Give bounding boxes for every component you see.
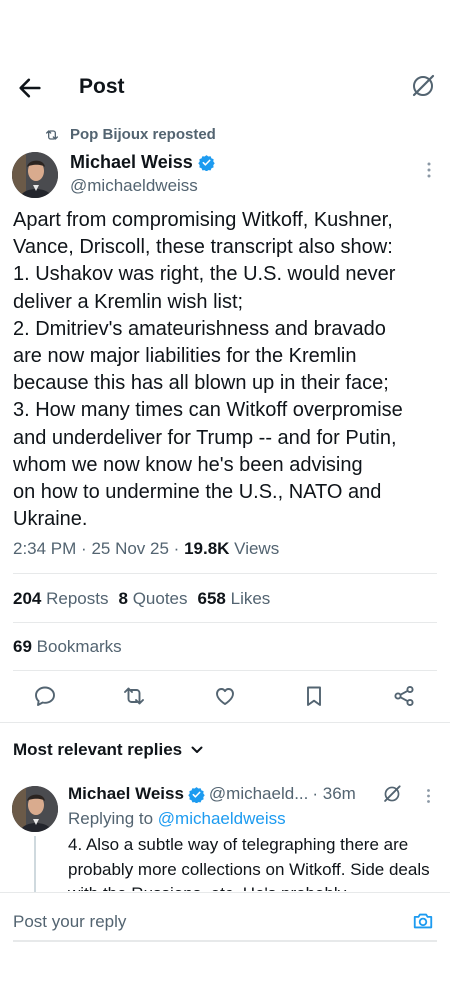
post-text-line: Vance, Driscoll, these transcript also s…: [13, 236, 393, 259]
replies-sort-dropdown[interactable]: Most relevant replies: [13, 740, 204, 760]
reply-author-handle: @michaeld...: [208, 784, 309, 803]
post-text-line: whom we now know he's been advising: [13, 453, 363, 476]
post-text-line: Ukraine.: [13, 508, 88, 531]
post-text-line: and underdeliver for Trump -- and for Pu…: [13, 426, 397, 449]
post-text-line: Apart from compromising Witkoff, Kushner…: [13, 209, 393, 231]
post-time: 2:34 PM: [13, 539, 77, 558]
post-text-line: 1. Ushakov was right, the U.S. would nev…: [13, 263, 396, 286]
share-icon[interactable]: [392, 684, 416, 708]
divider: [13, 670, 437, 671]
reply-header[interactable]: Michael Weiss @michaeld... · 36m: [68, 784, 356, 804]
composer-underline: [13, 940, 437, 942]
grok-icon[interactable]: [410, 73, 436, 99]
bookmark-icon[interactable]: [302, 684, 326, 708]
reply-text[interactable]: 4. Also a subtle way of telegraphing the…: [68, 833, 438, 891]
post-text-line: because this has all blown up in their f…: [13, 372, 389, 395]
repost-icon[interactable]: [122, 684, 146, 708]
divider: [13, 573, 437, 574]
post-author[interactable]: Michael Weiss @michaeldweiss: [70, 152, 215, 196]
like-icon[interactable]: [213, 684, 237, 708]
reply-avatar[interactable]: [12, 786, 58, 832]
reply-composer: Post your reply: [0, 892, 450, 1000]
replying-to-label: Replying to: [68, 809, 154, 828]
post-text-line: 3. How many times can Witkoff overpromis…: [13, 399, 403, 422]
repost-label: Pop Bijoux reposted: [70, 126, 216, 143]
post-text-line: 2. Dmitriev's amateurishness and bravado: [13, 317, 386, 340]
post-text-line: are now major liabilities for the Kremli…: [13, 345, 357, 368]
replying-to: Replying to @michaeldweiss: [68, 809, 286, 829]
repost-context[interactable]: Pop Bijoux reposted: [44, 126, 216, 143]
thread-line: [34, 836, 36, 896]
bookmarks-stat[interactable]: 69 Bookmarks: [13, 637, 122, 657]
post-text: Apart from compromising Witkoff, Kushner…: [13, 207, 441, 533]
verified-badge-icon: [198, 155, 215, 171]
grok-icon[interactable]: [382, 784, 402, 804]
page-title: Post: [79, 75, 125, 98]
chevron-down-icon: [191, 746, 203, 753]
action-bar: [0, 684, 450, 710]
more-options-icon[interactable]: [426, 160, 432, 180]
top-app-bar: Post: [0, 60, 450, 114]
engagement-stats: 204 Reposts 8 Quotes 658 Likes: [13, 589, 270, 609]
post-text-line: on how to undermine the U.S., NATO and: [13, 481, 382, 504]
author-name: Michael Weiss: [70, 152, 193, 172]
arrow-left-icon[interactable]: [16, 74, 44, 102]
reply-icon[interactable]: [33, 684, 57, 708]
verified-badge-icon: [188, 786, 205, 803]
section-divider: [0, 722, 450, 723]
divider: [13, 622, 437, 623]
more-options-icon[interactable]: [426, 788, 431, 804]
post-date: 25 Nov 25: [91, 539, 169, 558]
camera-icon[interactable]: [412, 910, 434, 932]
avatar[interactable]: [12, 152, 58, 198]
views-count: 19.8K: [184, 539, 230, 558]
views-label[interactable]: Views: [234, 539, 279, 558]
likes-stat[interactable]: 658 Likes: [198, 589, 271, 609]
reply-time: · 36m: [312, 784, 356, 803]
reply-author-name: Michael Weiss: [68, 784, 184, 803]
post-text-line: deliver a Kremlin wish list;: [13, 290, 244, 313]
quotes-stat[interactable]: 8 Quotes: [118, 589, 187, 609]
repost-icon: [46, 129, 58, 140]
author-handle: @michaeldweiss: [70, 176, 198, 195]
post-meta: 2:34 PM · 25 Nov 25 · 19.8K Views: [13, 539, 280, 558]
replying-to-handle[interactable]: @michaeldweiss: [158, 809, 286, 828]
reposts-stat[interactable]: 204 Reposts: [13, 589, 108, 609]
replies-sort-label: Most relevant replies: [13, 740, 183, 759]
reply-input[interactable]: Post your reply: [13, 912, 126, 932]
